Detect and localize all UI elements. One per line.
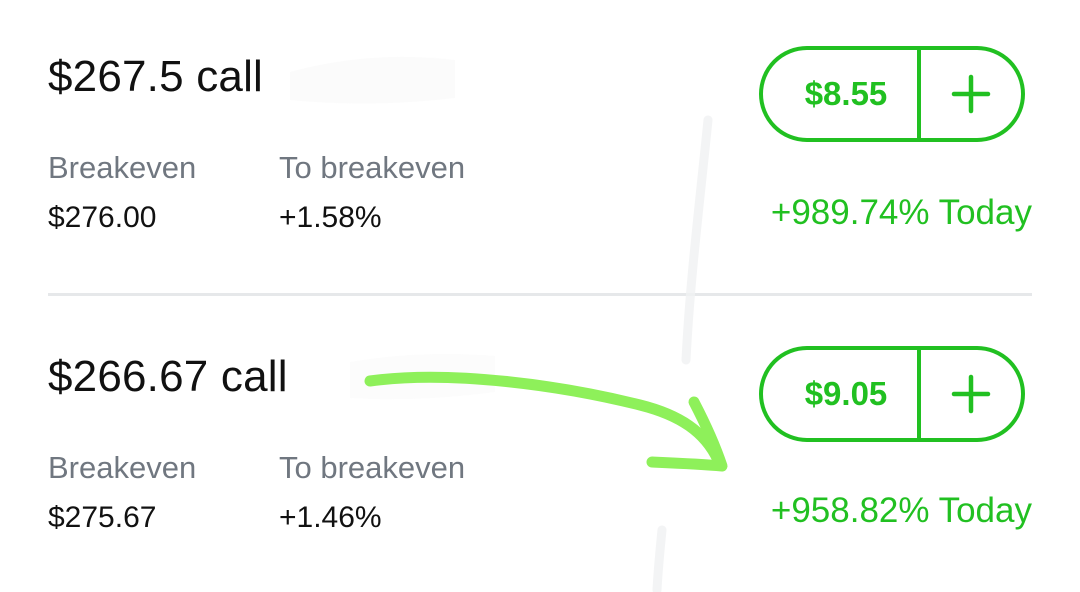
today-change: +958.82% Today (770, 491, 1032, 530)
price-add-button[interactable]: $8.55 (759, 46, 1025, 142)
price-add-button[interactable]: $9.05 (759, 346, 1025, 442)
option-price[interactable]: $8.55 (763, 50, 921, 138)
breakeven-label: Breakeven (48, 450, 197, 485)
option-price[interactable]: $9.05 (763, 350, 921, 438)
add-button[interactable] (921, 50, 1021, 138)
plus-icon (951, 374, 991, 414)
to-breakeven-value: +1.46% (279, 501, 382, 534)
breakeven-value: $275.67 (48, 501, 157, 534)
today-change: +989.74% Today (770, 193, 1032, 232)
breakeven-label: Breakeven (48, 150, 197, 185)
option-position-row[interactable]: $266.67 call Breakeven $275.67 To breake… (0, 296, 1080, 592)
contract-title: $267.5 call (48, 52, 264, 101)
plus-icon (951, 74, 991, 114)
to-breakeven-value: +1.58% (279, 201, 382, 234)
option-position-row[interactable]: $267.5 call Breakeven $276.00 To breakev… (0, 0, 1080, 295)
add-button[interactable] (921, 350, 1021, 438)
contract-title: $266.67 call (48, 352, 288, 401)
to-breakeven-label: To breakeven (279, 150, 466, 185)
breakeven-value: $276.00 (48, 201, 157, 234)
to-breakeven-label: To breakeven (279, 450, 466, 485)
